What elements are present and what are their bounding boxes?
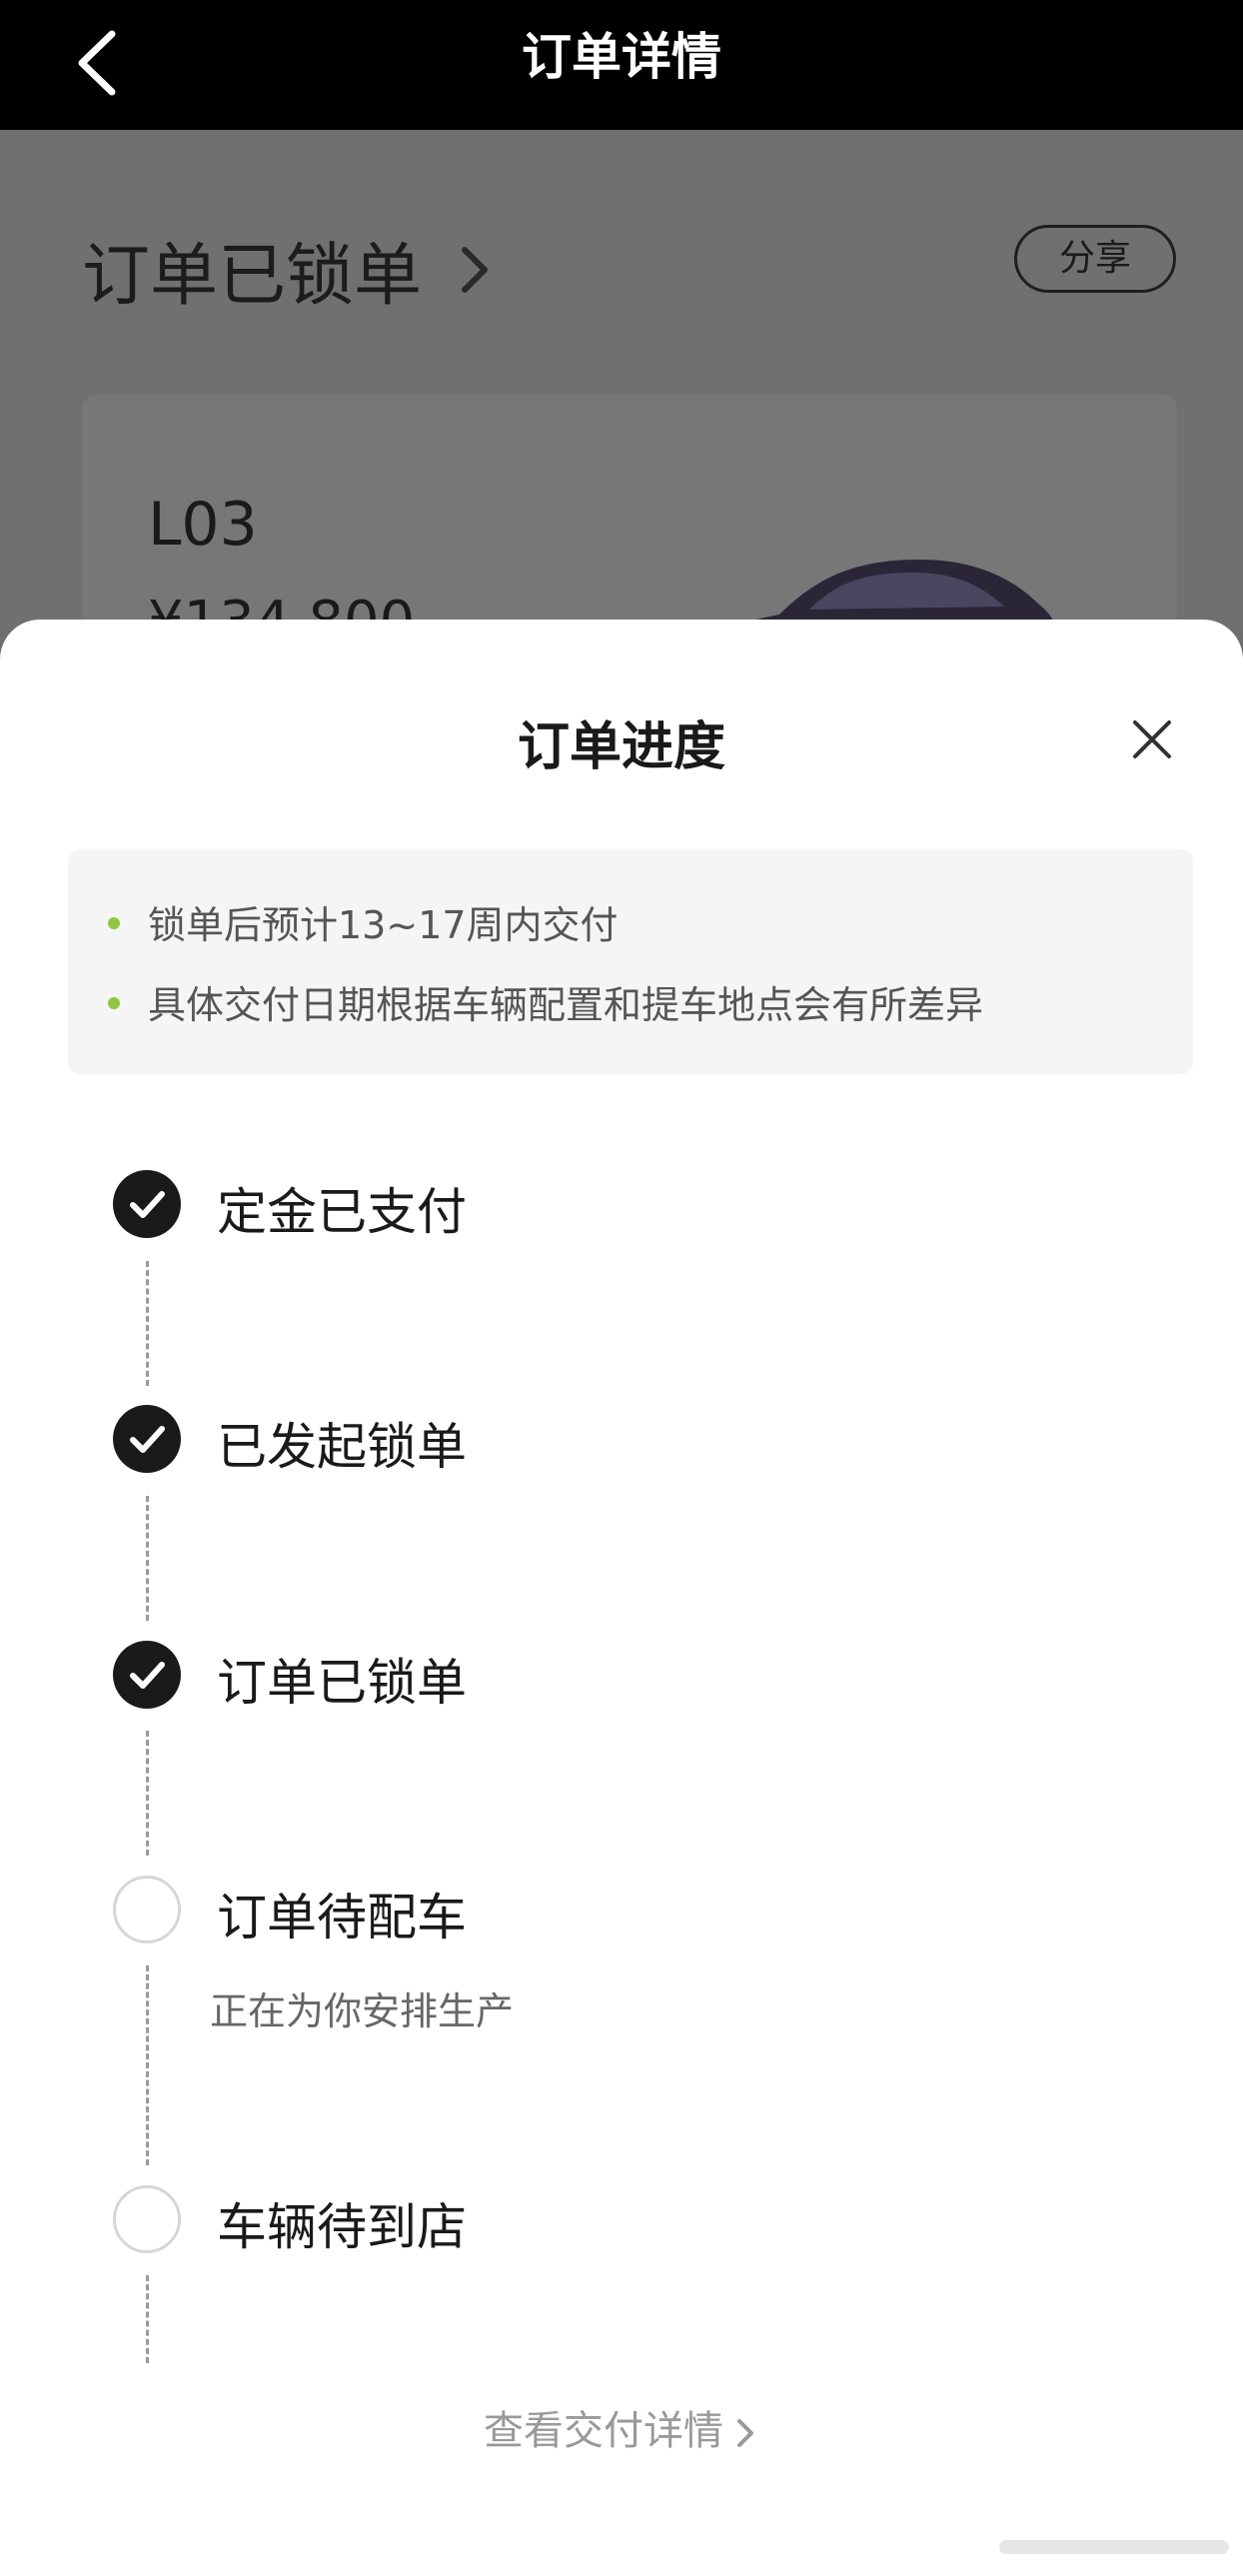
delivery-notice: 锁单后预计13~17周内交付 具体交付日期根据车辆配置和提车地点会有所差异 [68,849,1193,1074]
bullet-dot [108,997,120,1009]
step-connector [146,1261,149,1386]
order-progress-sheet: 订单进度 锁单后预计13~17周内交付 具体交付日期根据车辆配置和提车地点会有所… [0,620,1243,2576]
sheet-title: 订单进度 [517,717,725,777]
check-circle-icon [113,1170,181,1238]
navbar: 订单详情 [0,0,1243,130]
check-circle-icon [113,1405,181,1473]
car-model: L03 [148,490,258,560]
order-status-title[interactable]: 订单已锁单 [82,220,422,319]
step-label: 车辆待到店 [217,2198,467,2256]
notice-item: 锁单后预计13~17周内交付 [148,903,619,947]
share-button[interactable]: 分享 [1014,225,1176,293]
notice-item: 具体交付日期根据车辆配置和提车地点会有所差异 [148,983,984,1027]
step-connector [146,2275,149,2363]
view-delivery-details-link[interactable]: 查看交付详情 [0,2398,1243,2456]
empty-circle-icon [113,2185,181,2253]
chevron-right-icon [737,2419,753,2447]
bullet-dot [108,917,120,929]
step-label: 订单已锁单 [217,1654,467,1712]
footer-link-label: 查看交付详情 [484,2408,723,2454]
order-detail-background: 订单已锁单 分享 L03 ¥134,800 [0,130,1243,794]
home-indicator [999,2540,1229,2554]
step-connector [146,1496,149,1621]
step-label: 定金已支付 [217,1183,467,1241]
check-circle-icon [113,1641,181,1709]
step-connector [146,1731,149,1856]
step-subtitle: 正在为你安排生产 [210,1989,515,2033]
step-label: 订单待配车 [217,1889,467,1946]
close-icon[interactable] [1127,714,1177,764]
step-connector [146,1965,149,2165]
page-title: 订单详情 [522,28,721,86]
empty-circle-icon [113,1876,181,1943]
step-label: 已发起锁单 [217,1418,467,1476]
chevron-right-icon [462,247,488,293]
